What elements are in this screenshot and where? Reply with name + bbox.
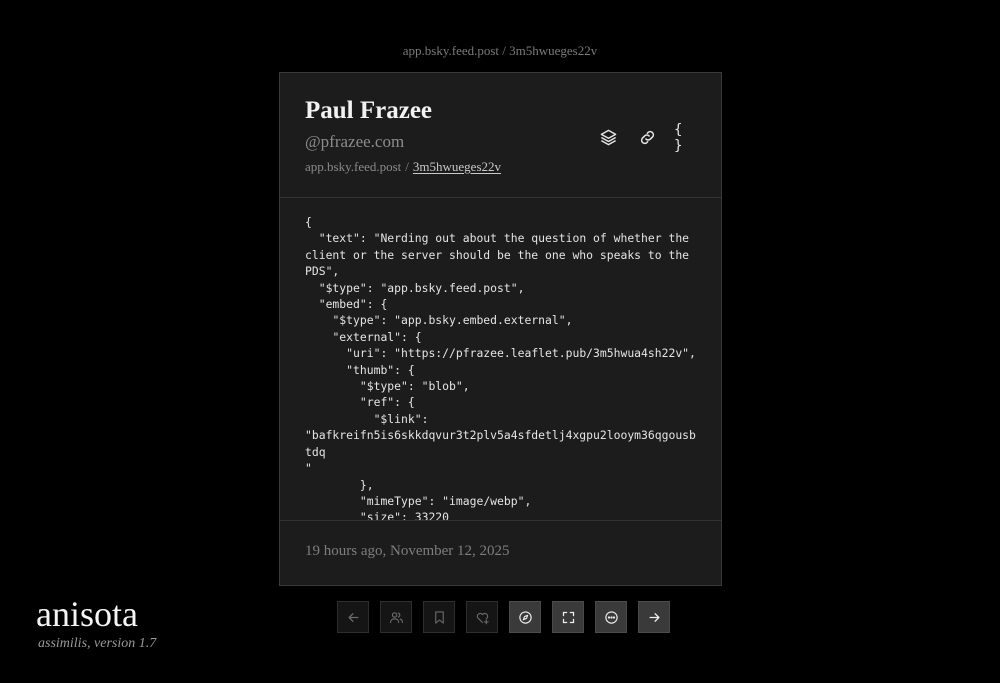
link-icon — [640, 130, 655, 145]
header-actions: { } — [596, 122, 699, 154]
author-handle[interactable]: @pfrazee.com — [305, 132, 404, 152]
record-path: app.bsky.feed.post/ 3m5hwueges22v — [305, 159, 501, 175]
back-button[interactable] — [337, 601, 369, 633]
fullscreen-button[interactable] — [552, 601, 584, 633]
heart-add-icon — [476, 612, 489, 624]
like-button[interactable] — [466, 601, 498, 633]
people-button[interactable] — [380, 601, 412, 633]
fullscreen-icon — [562, 611, 574, 623]
collection-label: app.bsky.feed.post — [305, 159, 402, 174]
brand-block: anisota assimilis, version 1.7 — [36, 594, 156, 652]
brand-version: assimilis, version 1.7 — [38, 636, 157, 651]
bottom-navigation — [337, 601, 670, 633]
rkey-link[interactable]: 3m5hwueges22v — [413, 159, 501, 174]
top-breadcrumb: app.bsky.feed.post / 3m5hwueges22v — [402, 43, 598, 58]
braces-icon: { } — [674, 121, 684, 154]
card-header: Paul Frazee @pfrazee.com app.bsky.feed.p… — [280, 73, 721, 198]
compass-icon — [518, 610, 532, 624]
bookmark-icon — [434, 610, 444, 624]
layers-icon — [600, 129, 617, 146]
brand-logo[interactable]: anisota — [36, 594, 156, 634]
users-icon — [389, 611, 403, 623]
more-icon — [604, 610, 618, 624]
author-name[interactable]: Paul Frazee — [305, 97, 432, 125]
record-json: { "text": "Nerding out about the questio… — [305, 215, 696, 521]
forward-arrow-icon — [649, 612, 659, 622]
json-view-button[interactable]: { } — [674, 122, 699, 154]
bookmark-button[interactable] — [423, 601, 455, 633]
post-timestamp: 19 hours ago, November 12, 2025 — [305, 543, 510, 559]
forward-button[interactable] — [638, 601, 670, 633]
record-json-viewer[interactable]: { "text": "Nerding out about the questio… — [280, 198, 721, 521]
layers-button[interactable] — [596, 125, 621, 150]
more-button[interactable] — [595, 601, 627, 633]
back-arrow-icon — [348, 612, 358, 622]
explore-button[interactable] — [509, 601, 541, 633]
path-separator: / — [405, 159, 409, 174]
link-button[interactable] — [635, 125, 660, 150]
post-record-card: Paul Frazee @pfrazee.com app.bsky.feed.p… — [279, 72, 722, 586]
